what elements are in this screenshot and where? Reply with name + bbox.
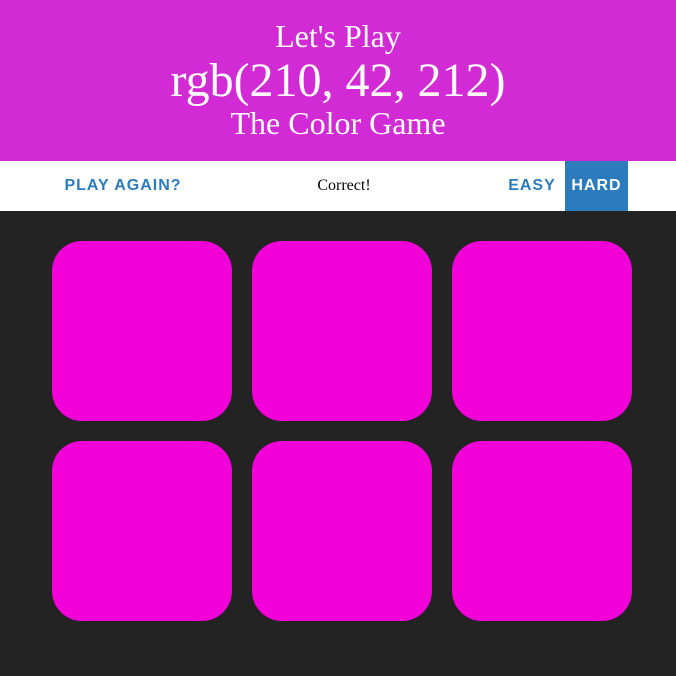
result-message: Correct! xyxy=(317,177,371,194)
color-square[interactable] xyxy=(252,441,432,621)
hard-mode-button[interactable]: HARD xyxy=(565,161,628,211)
header: Let's Play rgb(210, 42, 212) The Color G… xyxy=(0,0,676,161)
target-color-display: rgb(210, 42, 212) xyxy=(170,54,506,107)
control-bar: PLAY AGAIN? Correct! EASY HARD xyxy=(0,161,676,211)
color-square[interactable] xyxy=(452,241,632,421)
color-square[interactable] xyxy=(52,241,232,421)
intro-text: Let's Play xyxy=(275,18,401,54)
color-square[interactable] xyxy=(52,441,232,621)
color-square[interactable] xyxy=(252,241,432,421)
easy-mode-button[interactable]: EASY xyxy=(502,161,562,211)
game-title: The Color Game xyxy=(230,105,446,141)
color-square[interactable] xyxy=(452,441,632,621)
color-grid xyxy=(52,241,632,621)
play-again-button[interactable]: PLAY AGAIN? xyxy=(58,161,188,211)
